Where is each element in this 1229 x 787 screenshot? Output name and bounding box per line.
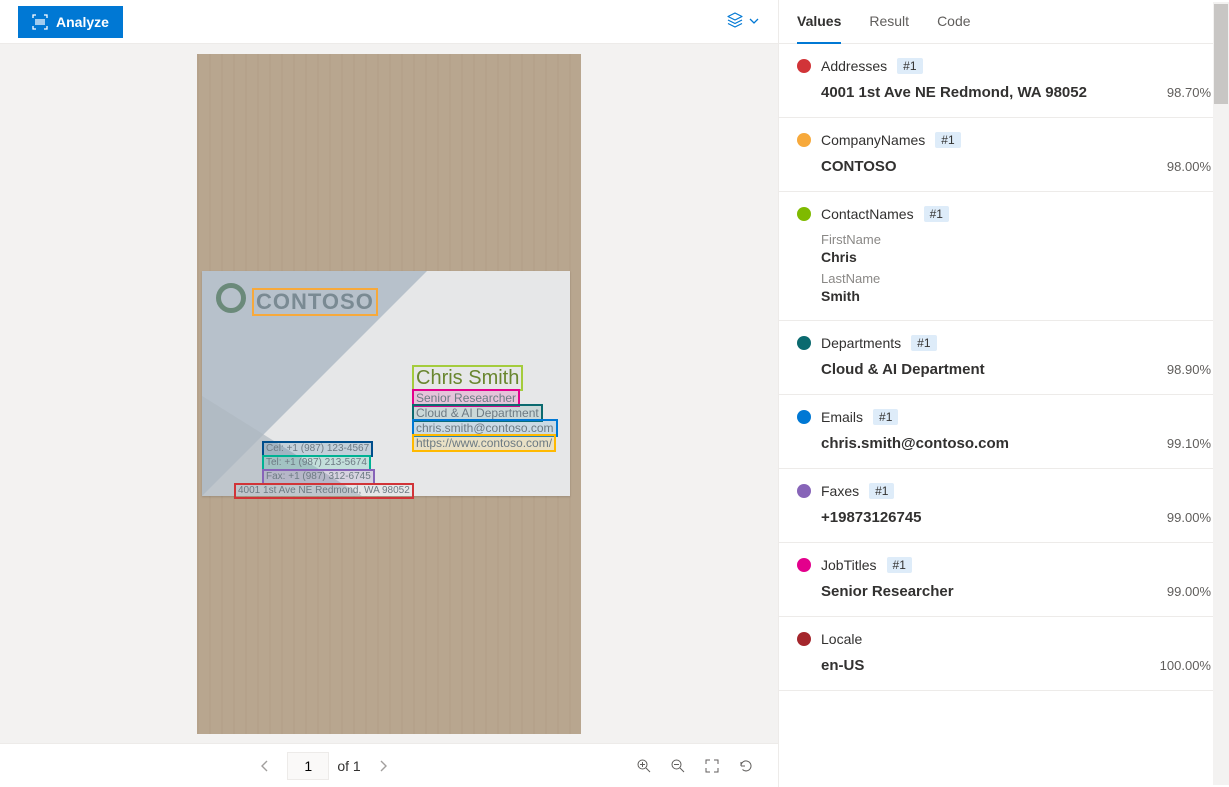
field-badge: #1 (935, 132, 960, 148)
field-name: Locale (821, 631, 862, 647)
field-faxes[interactable]: Faxes #1 +19873126745 99.00% (779, 469, 1229, 543)
subfield-value: Chris (797, 249, 1211, 265)
field-color-dot (797, 133, 811, 147)
tab-result[interactable]: Result (869, 0, 909, 44)
field-color-dot (797, 632, 811, 646)
subfield-value: Smith (797, 288, 1211, 304)
tabs: Values Result Code (779, 0, 1229, 44)
field-name: Departments (821, 335, 901, 351)
field-confidence: 99.00% (1167, 510, 1211, 525)
analyze-label: Analyze (56, 14, 109, 30)
field-emails[interactable]: Emails #1 chris.smith@contoso.com 99.10% (779, 395, 1229, 469)
field-color-dot (797, 59, 811, 73)
field-confidence: 98.00% (1167, 159, 1211, 174)
field-name: Faxes (821, 483, 859, 499)
tab-code[interactable]: Code (937, 0, 970, 44)
scrollbar-track[interactable] (1213, 2, 1229, 785)
logo-icon (216, 283, 246, 313)
field-badge: #1 (897, 58, 922, 74)
field-confidence: 99.00% (1167, 584, 1211, 599)
analyze-icon (32, 14, 48, 30)
field-addresses[interactable]: Addresses #1 4001 1st Ave NE Redmond, WA 9… (779, 44, 1229, 118)
document-canvas[interactable]: CONTOSO Chris Smith Senior Researcher Cl… (0, 44, 778, 743)
highlight-name[interactable]: Chris Smith (412, 365, 523, 391)
document-image: CONTOSO Chris Smith Senior Researcher Cl… (197, 54, 581, 734)
fit-button[interactable] (698, 752, 726, 780)
scrollbar-thumb[interactable] (1214, 4, 1228, 104)
field-value: 4001 1st Ave NE Redmond, WA 98052 (821, 84, 1087, 101)
field-badge: #1 (887, 557, 912, 573)
field-name: CompanyNames (821, 132, 925, 148)
zoom-in-button[interactable] (630, 752, 658, 780)
page-input[interactable] (287, 752, 329, 780)
field-color-dot (797, 207, 811, 221)
field-name: ContactNames (821, 206, 914, 222)
subfield-label: LastName (797, 271, 1211, 286)
toolbar: Analyze (0, 0, 778, 44)
field-badge: #1 (873, 409, 898, 425)
business-card: CONTOSO Chris Smith Senior Researcher Cl… (202, 271, 570, 496)
field-name: Emails (821, 409, 863, 425)
field-value: Cloud & AI Department (821, 361, 985, 378)
field-value: en-US (821, 657, 864, 674)
field-badge: #1 (924, 206, 949, 222)
field-badge: #1 (869, 483, 894, 499)
field-value: chris.smith@contoso.com (821, 435, 1009, 452)
field-locale[interactable]: Locale en-US 100.00% (779, 617, 1229, 691)
field-confidence: 98.70% (1167, 85, 1211, 100)
highlight-address[interactable]: 4001 1st Ave NE Redmond, WA 98052 (234, 483, 414, 499)
chevron-down-icon (748, 14, 760, 30)
zoom-out-button[interactable] (664, 752, 692, 780)
field-color-dot (797, 336, 811, 350)
field-value: +19873126745 (821, 509, 922, 526)
analyze-button[interactable]: Analyze (18, 6, 123, 38)
field-jobtitles[interactable]: JobTitles #1 Senior Researcher 99.00% (779, 543, 1229, 617)
field-color-dot (797, 558, 811, 572)
pager: of 1 (251, 752, 396, 780)
highlight-website[interactable]: https://www.contoso.com/ (412, 434, 556, 452)
field-color-dot (797, 410, 811, 424)
field-departments[interactable]: Departments #1 Cloud & AI Department 98.90% (779, 321, 1229, 395)
subfield-label: FirstName (797, 232, 1211, 247)
field-companynames[interactable]: CompanyNames #1 CONTOSO 98.00% (779, 118, 1229, 192)
field-name: JobTitles (821, 557, 877, 573)
highlight-company[interactable]: CONTOSO (252, 288, 378, 316)
prev-page-button[interactable] (251, 752, 279, 780)
field-confidence: 98.90% (1167, 362, 1211, 377)
field-color-dot (797, 484, 811, 498)
rotate-button[interactable] (732, 752, 760, 780)
field-badge: #1 (911, 335, 936, 351)
field-confidence: 99.10% (1167, 436, 1211, 451)
field-value: CONTOSO (821, 158, 897, 175)
layers-dropdown[interactable] (726, 11, 760, 32)
tab-values[interactable]: Values (797, 0, 841, 44)
page-total: of 1 (337, 758, 360, 774)
field-contactnames[interactable]: ContactNames #1 FirstName Chris LastName Smit… (779, 192, 1229, 321)
field-confidence: 100.00% (1160, 658, 1211, 673)
next-page-button[interactable] (369, 752, 397, 780)
footer-bar: of 1 (0, 743, 778, 787)
layers-icon (726, 11, 744, 32)
field-value: Senior Researcher (821, 583, 954, 600)
field-name: Addresses (821, 58, 887, 74)
results-panel[interactable]: Addresses #1 4001 1st Ave NE Redmond, WA 9… (779, 44, 1229, 787)
